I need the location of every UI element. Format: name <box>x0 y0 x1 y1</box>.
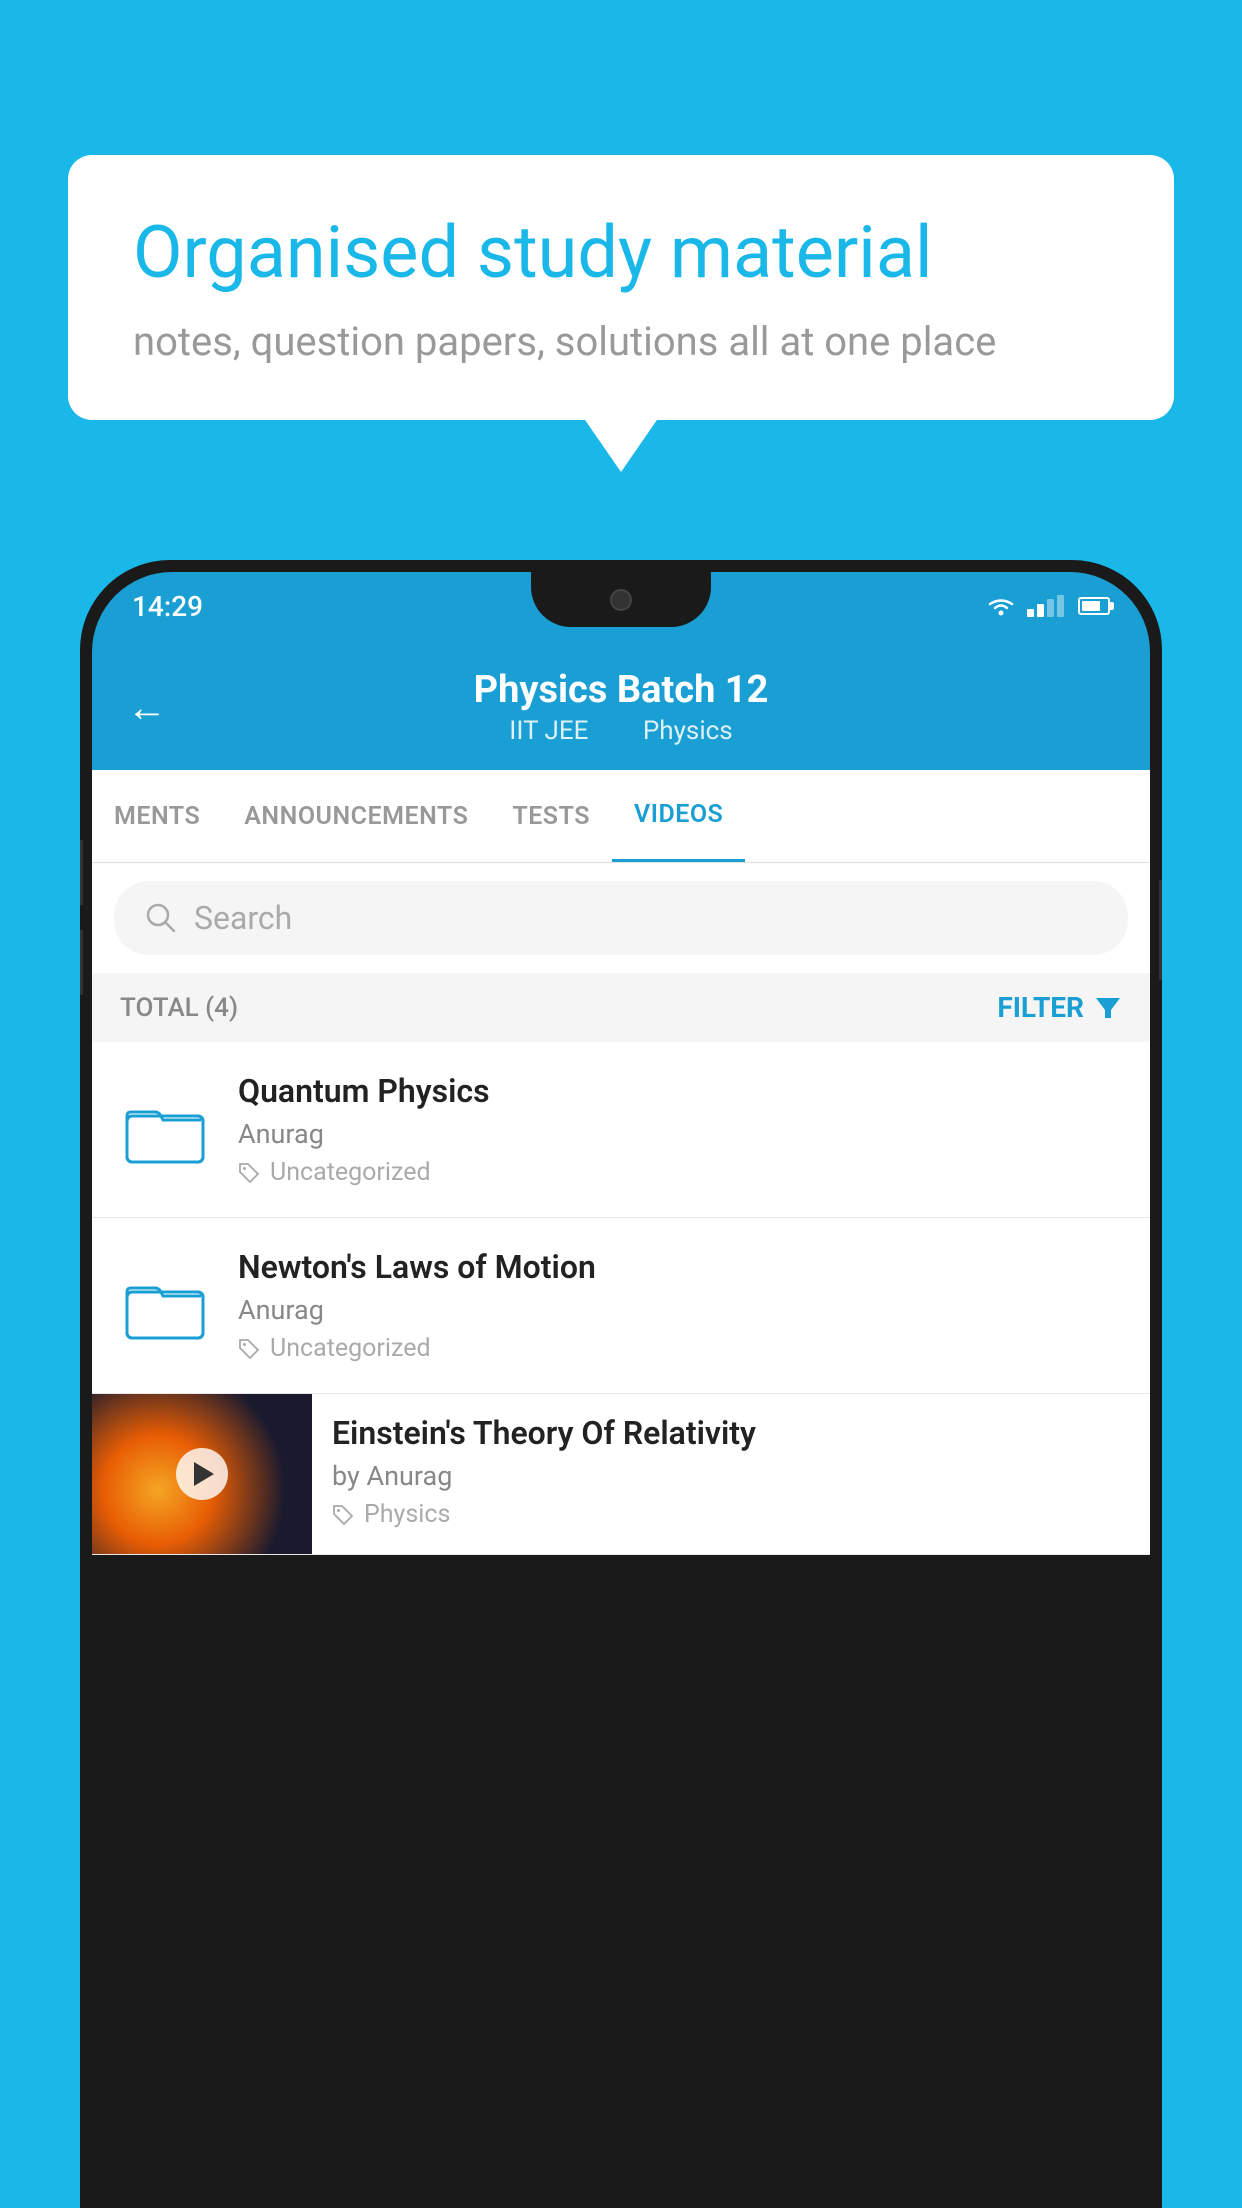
filter-button[interactable]: FILTER <box>997 991 1122 1024</box>
subtitle-physics: Physics <box>643 716 733 746</box>
tab-announcements[interactable]: ANNOUNCEMENTS <box>222 772 490 861</box>
item-author: Anurag <box>238 1294 1122 1326</box>
tag-icon <box>332 1504 354 1526</box>
item-tag: Uncategorized <box>238 1158 1122 1187</box>
batch-subtitle: IIT JEE Physics <box>474 716 769 746</box>
volume-down-button <box>80 930 83 995</box>
folder-icon-container <box>120 1085 210 1175</box>
item-author: Anurag <box>238 1118 1122 1150</box>
item-title: Quantum Physics <box>238 1072 1122 1110</box>
folder-icon <box>125 1094 205 1166</box>
front-camera <box>610 589 632 611</box>
status-time: 14:29 <box>132 590 203 623</box>
speech-bubble: Organised study material notes, question… <box>68 155 1174 420</box>
item-title: Newton's Laws of Motion <box>238 1248 1122 1286</box>
back-button[interactable]: ← <box>127 684 167 731</box>
speech-bubble-subtext: notes, question papers, solutions all at… <box>133 318 1109 365</box>
video-title: Einstein's Theory Of Relativity <box>332 1414 1130 1452</box>
battery-icon <box>1078 597 1110 615</box>
folder-icon <box>125 1270 205 1342</box>
play-triangle-icon <box>194 1462 214 1486</box>
folder-icon-container <box>120 1261 210 1351</box>
status-icons <box>985 594 1110 618</box>
tag-icon <box>238 1162 260 1184</box>
status-bar: 14:29 <box>92 572 1150 640</box>
batch-title: Physics Batch 12 <box>474 668 769 712</box>
tabs-bar: MENTS ANNOUNCEMENTS TESTS VIDEOS <box>92 770 1150 863</box>
notch <box>531 572 711 627</box>
search-placeholder: Search <box>194 899 292 937</box>
volume-up-button <box>80 840 83 905</box>
filter-icon <box>1094 994 1122 1022</box>
tab-ments[interactable]: MENTS <box>92 772 222 861</box>
item-tag: Uncategorized <box>238 1334 1122 1363</box>
phone-screen: 14:29 <box>92 572 1150 2208</box>
filter-row: TOTAL (4) FILTER <box>92 973 1150 1042</box>
wifi-icon <box>985 594 1017 618</box>
speech-bubble-headline: Organised study material <box>133 210 1109 296</box>
search-container: Search <box>92 863 1150 973</box>
content-area: Quantum Physics Anurag Uncategorized <box>92 1042 1150 1555</box>
list-item[interactable]: Newton's Laws of Motion Anurag Uncategor… <box>92 1218 1150 1394</box>
video-list-item[interactable]: Einstein's Theory Of Relativity by Anura… <box>92 1394 1150 1555</box>
header-title-block: Physics Batch 12 IIT JEE Physics <box>474 668 769 746</box>
total-count: TOTAL (4) <box>120 993 238 1023</box>
app-header: ← Physics Batch 12 IIT JEE Physics <box>92 640 1150 770</box>
video-thumbnail <box>92 1394 312 1554</box>
item-info: Quantum Physics Anurag Uncategorized <box>238 1072 1122 1187</box>
speech-bubble-container: Organised study material notes, question… <box>68 155 1174 420</box>
video-info: Einstein's Theory Of Relativity by Anura… <box>312 1394 1150 1549</box>
tag-icon <box>238 1338 260 1360</box>
subtitle-iit: IIT JEE <box>509 716 588 746</box>
item-info: Newton's Laws of Motion Anurag Uncategor… <box>238 1248 1122 1363</box>
power-button <box>1159 880 1162 980</box>
signal-icon <box>1027 595 1064 617</box>
video-tag: Physics <box>332 1500 1130 1529</box>
tab-videos[interactable]: VIDEOS <box>612 770 745 862</box>
search-bar[interactable]: Search <box>114 881 1128 955</box>
list-item[interactable]: Quantum Physics Anurag Uncategorized <box>92 1042 1150 1218</box>
tab-tests[interactable]: TESTS <box>490 772 612 861</box>
search-icon <box>144 901 178 935</box>
phone-frame: 14:29 <box>80 560 1162 2208</box>
play-button[interactable] <box>176 1448 228 1500</box>
video-author: by Anurag <box>332 1460 1130 1492</box>
